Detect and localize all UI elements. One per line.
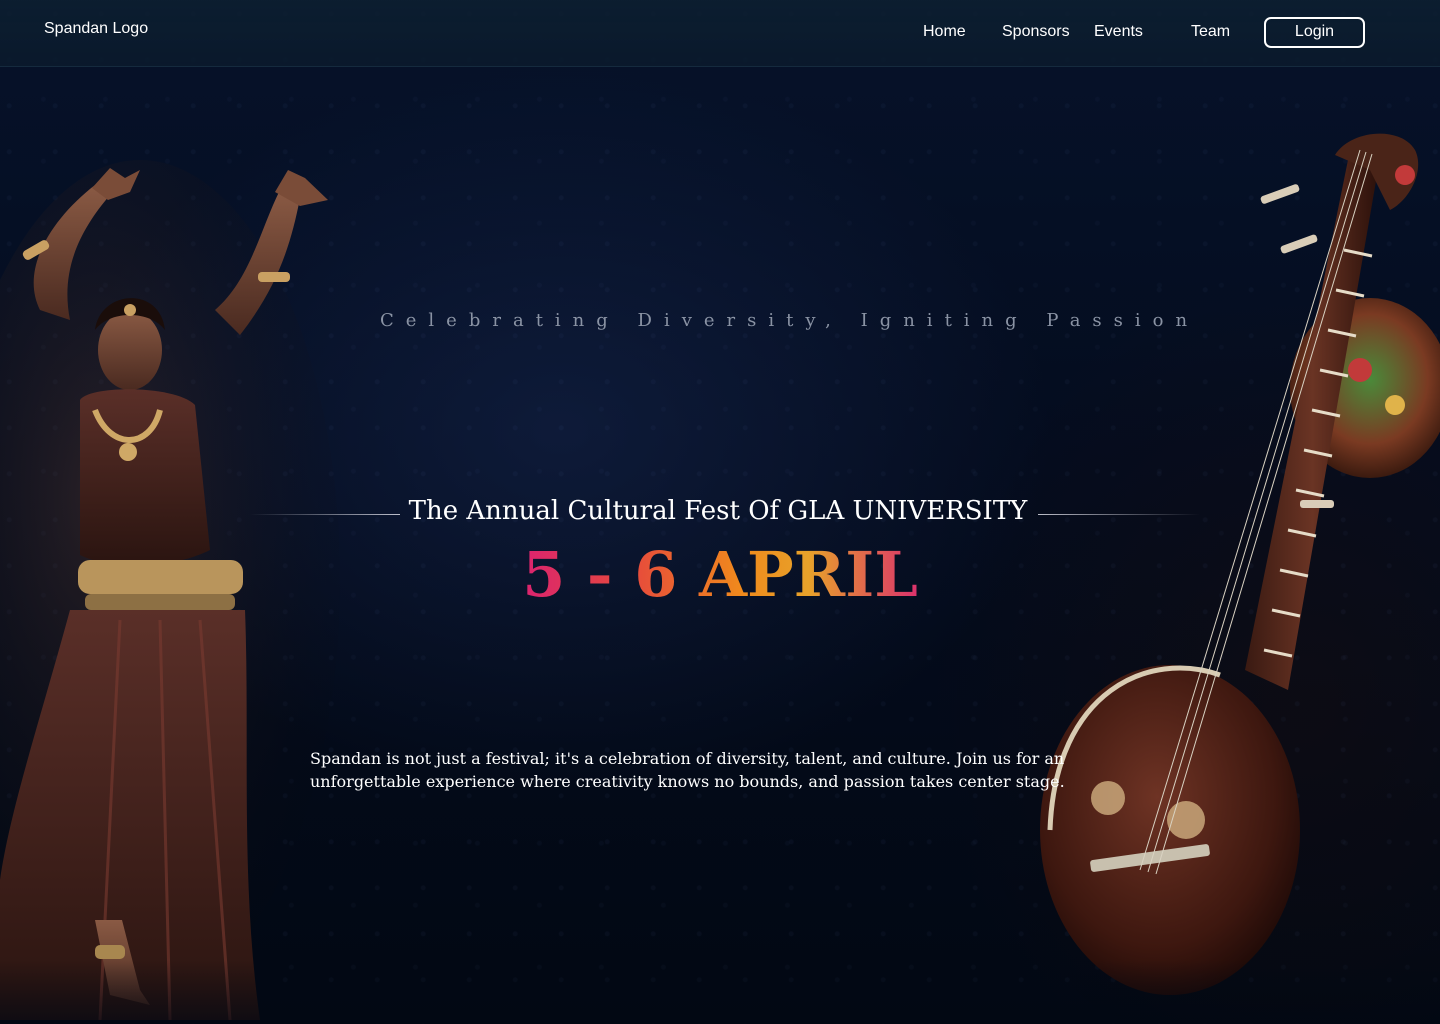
login-button[interactable]: Login bbox=[1264, 17, 1365, 48]
veena-illustration bbox=[1040, 133, 1440, 995]
dancer-illustration bbox=[0, 160, 340, 1020]
top-navbar: Spandan Logo Home Sponsors Events Team L… bbox=[0, 0, 1440, 67]
nav-team-link[interactable]: Team bbox=[1191, 23, 1230, 41]
nav-sponsors-link[interactable]: Sponsors bbox=[1002, 23, 1070, 41]
hero-description: Spandan is not just a festival; it's a c… bbox=[310, 749, 1065, 791]
landing-page: Spandan Logo Home Sponsors Events Team L… bbox=[0, 0, 1440, 1024]
nav-events-link[interactable]: Events bbox=[1094, 23, 1143, 41]
site-logo[interactable]: Spandan Logo bbox=[44, 20, 148, 38]
subtitle-right-divider bbox=[1038, 514, 1200, 515]
hero-tagline: Celebrating Diversity, Igniting Passion bbox=[380, 310, 1200, 331]
nav-home-link[interactable]: Home bbox=[923, 23, 966, 41]
hero-subtitle-row: The Annual Cultural Fest Of GLA UNIVERSI… bbox=[250, 494, 1200, 534]
event-date: 5 - 6 APRIL bbox=[500, 538, 940, 611]
subtitle-left-divider bbox=[250, 514, 400, 515]
bottom-fade bbox=[0, 960, 1440, 1024]
hero-subtitle: The Annual Cultural Fest Of GLA UNIVERSI… bbox=[408, 496, 1028, 526]
